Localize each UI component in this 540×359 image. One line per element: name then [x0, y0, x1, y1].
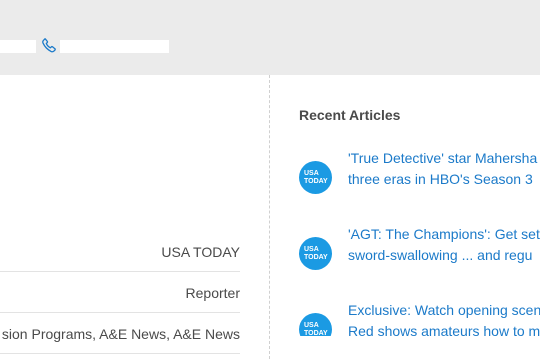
contact-field[interactable]	[0, 40, 36, 53]
phone-field[interactable]	[60, 40, 169, 53]
detail-row	[0, 355, 240, 359]
badge-clip: USA TODAY	[299, 313, 332, 336]
recent-articles-heading: Recent Articles	[299, 107, 401, 123]
article-title-line[interactable]: 'True Detective' star Mahersha	[348, 148, 540, 169]
article-title-line[interactable]: sword-swallowing ... and regu	[348, 245, 540, 266]
article-link[interactable]: 'True Detective' star Mahersha three era…	[348, 148, 540, 190]
usa-today-logo-icon: USA TODAY	[299, 161, 332, 194]
article-item[interactable]: USA TODAY 'True Detective' star Mahersha…	[299, 148, 540, 198]
article-item[interactable]: USA TODAY Exclusive: Watch opening scen …	[299, 300, 540, 340]
usa-today-logo-icon: USA TODAY	[299, 313, 332, 336]
recent-articles-sidebar: Recent Articles USA TODAY 'True Detectiv…	[270, 75, 540, 359]
article-title-line[interactable]: Exclusive: Watch opening scen	[348, 300, 540, 321]
usa-today-logo-icon: USA TODAY	[299, 237, 332, 270]
phone-icon	[42, 38, 56, 53]
detail-row-beats: sion Programs, A&E News, A&E News	[0, 314, 240, 354]
page: USA TODAY Reporter sion Programs, A&E Ne…	[0, 0, 540, 359]
organization-value: USA TODAY	[161, 244, 240, 260]
article-title-line[interactable]: three eras in HBO's Season 3	[348, 169, 540, 190]
article-link[interactable]: 'AGT: The Champions': Get set sword-swal…	[348, 224, 540, 266]
article-title-line[interactable]: 'AGT: The Champions': Get set	[348, 224, 540, 245]
contact-bar	[0, 0, 540, 75]
title-value: Reporter	[185, 285, 240, 301]
detail-row-organization: USA TODAY	[0, 232, 240, 272]
beats-value: sion Programs, A&E News, A&E News	[1, 326, 240, 342]
profile-details: USA TODAY Reporter sion Programs, A&E Ne…	[0, 75, 269, 359]
article-link[interactable]: Exclusive: Watch opening scen Red shows …	[348, 300, 540, 340]
article-title-line[interactable]: Red shows amateurs how to m	[348, 321, 540, 340]
detail-row-title: Reporter	[0, 273, 240, 313]
article-item[interactable]: USA TODAY 'AGT: The Champions': Get set …	[299, 224, 540, 274]
